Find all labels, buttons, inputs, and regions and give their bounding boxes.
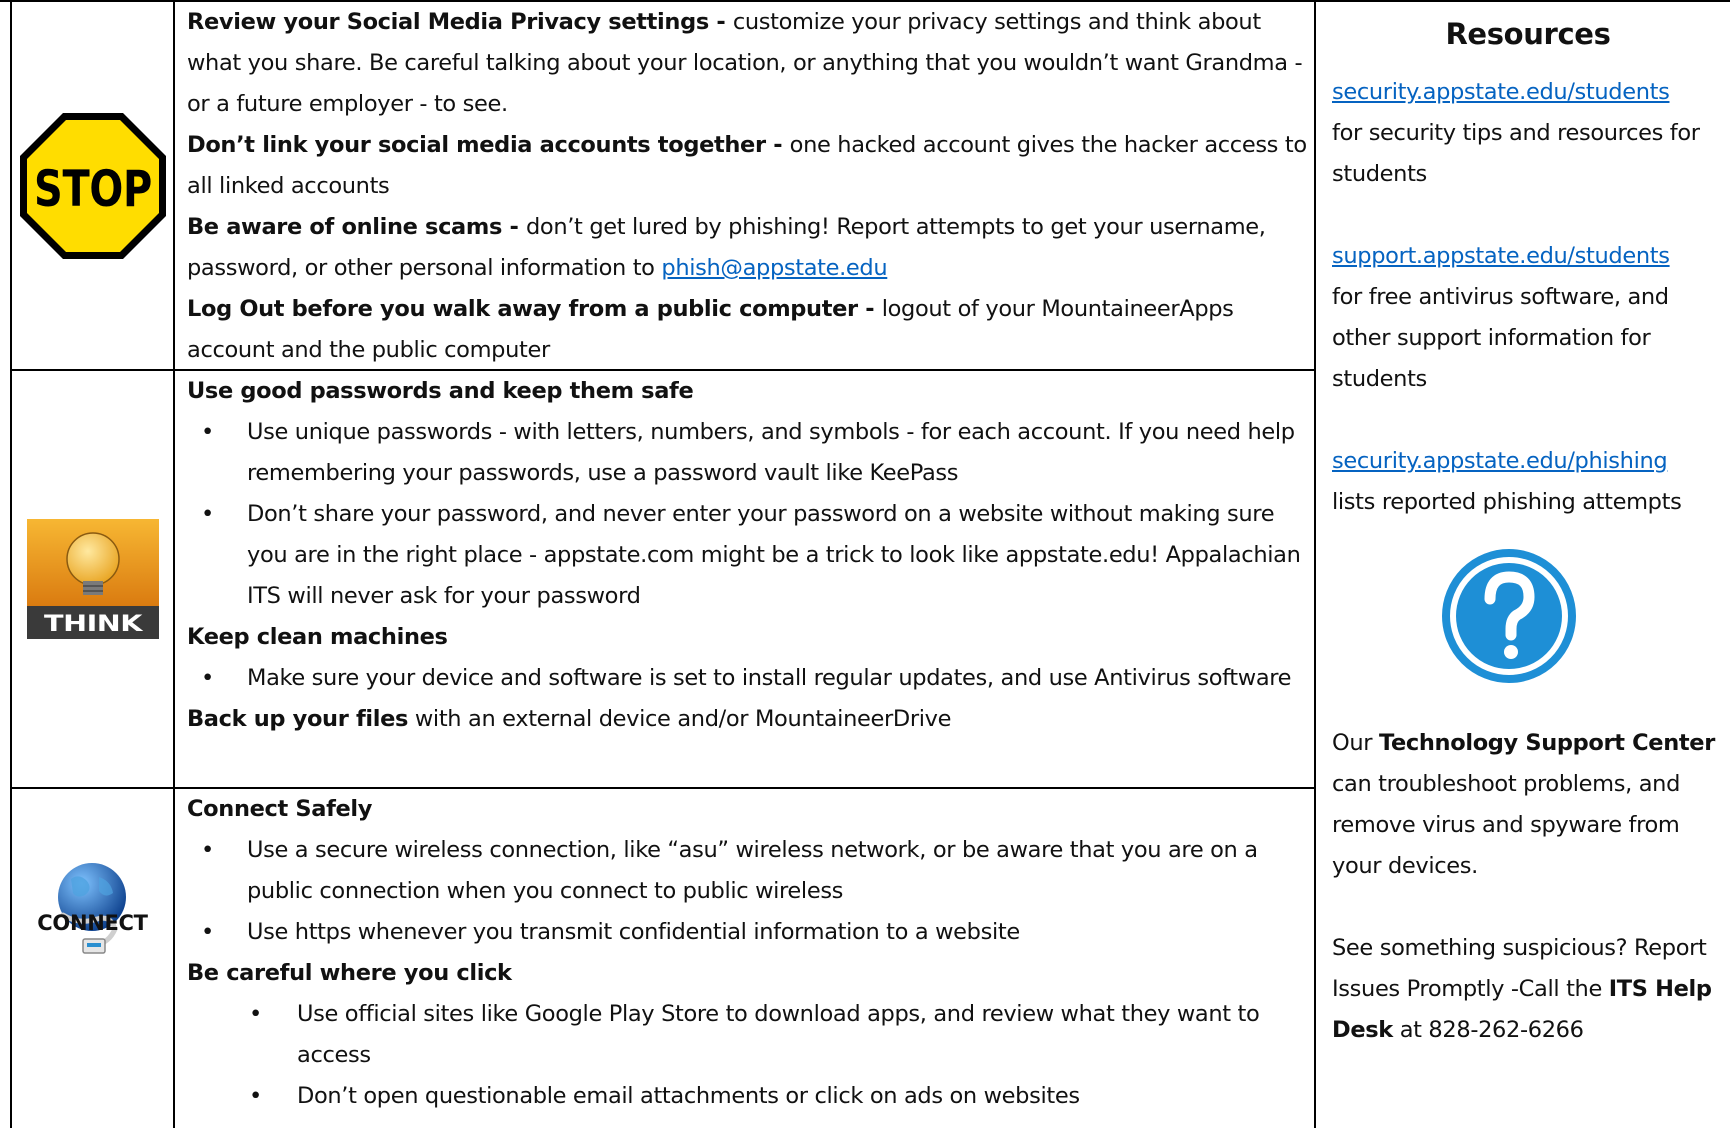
think-bullet-updates: Make sure your device and software is se… xyxy=(187,658,1314,699)
support-students-link[interactable]: support.appstate.edu/students xyxy=(1332,243,1670,269)
connect-bullet-attachments: Don’t open questionable email attachment… xyxy=(187,1076,1314,1117)
connect-bullet-secure-wireless: Use a secure wireless connection, like “… xyxy=(187,830,1314,912)
resource-desc-phishing: lists reported phishing attempts xyxy=(1332,489,1682,515)
think-icon-cell: THINK xyxy=(12,371,173,787)
stop-sign-icon: STOP xyxy=(19,112,166,259)
connect-heading-click: Be careful where you click xyxy=(187,960,512,986)
resources-panel: Resources security.appstate.edu/students… xyxy=(1316,2,1730,1051)
think-content: Use good passwords and keep them safe Us… xyxy=(175,371,1314,740)
phish-email-link[interactable]: phish@appstate.edu xyxy=(661,255,887,281)
stop-content: Review your Social Media Privacy setting… xyxy=(175,2,1314,371)
stop-item-logout: Log Out before you walk away from a publ… xyxy=(187,296,1234,363)
lightbulb-icon: THINK xyxy=(26,519,159,639)
svg-text:THINK: THINK xyxy=(44,612,144,637)
connect-heading-safely: Connect Safely xyxy=(187,796,373,822)
stop-item-privacy: Review your Social Media Privacy setting… xyxy=(187,9,1303,117)
resources-title: Resources xyxy=(1445,17,1611,51)
globe-network-icon xyxy=(58,863,126,954)
connect-content: Connect Safely Use a secure wireless con… xyxy=(175,789,1314,1117)
think-heading-clean-machines: Keep clean machines xyxy=(187,624,448,650)
connect-icon-cell: CONNECT xyxy=(12,789,173,1128)
stop-icon-cell: STOP xyxy=(12,2,173,369)
tsc-text: Our Technology Support Center can troubl… xyxy=(1332,730,1715,879)
resource-link-phishing: security.appstate.edu/phishing xyxy=(1332,441,1724,482)
connect-bullet-official-sites: Use official sites like Google Play Stor… xyxy=(187,994,1314,1076)
stop-item-scams: Be aware of online scams - don’t get lur… xyxy=(187,214,1266,281)
help-icon-wrap xyxy=(1332,523,1724,723)
resource-desc-security-students: for security tips and resources for stud… xyxy=(1332,120,1700,187)
svg-text:STOP: STOP xyxy=(34,160,152,218)
security-students-link[interactable]: security.appstate.edu/students xyxy=(1332,79,1670,105)
stop-item-link-accounts: Don’t link your social media accounts to… xyxy=(187,132,1307,199)
tips-page: STOP Review your Social Media Privacy se… xyxy=(0,0,1730,1128)
connect-bullet-https: Use https whenever you transmit confiden… xyxy=(187,912,1314,953)
security-phishing-link[interactable]: security.appstate.edu/phishing xyxy=(1332,448,1668,474)
resource-desc-support-students: for free antivirus software, and other s… xyxy=(1332,284,1669,392)
resource-link-support-students: support.appstate.edu/students xyxy=(1332,236,1724,277)
think-heading-passwords: Use good passwords and keep them safe xyxy=(187,378,694,404)
think-backup: Back up your files with an external devi… xyxy=(187,706,952,732)
resource-link-security-students: security.appstate.edu/students xyxy=(1332,72,1724,113)
connect-label: CONNECT xyxy=(37,911,148,935)
think-bullet-unique-passwords: Use unique passwords - with letters, num… xyxy=(187,412,1314,494)
report-text: See something suspicious? Report Issues … xyxy=(1332,935,1712,1043)
question-mark-icon xyxy=(1442,549,1576,683)
think-bullet-share-password: Don’t share your password, and never ent… xyxy=(187,494,1314,617)
